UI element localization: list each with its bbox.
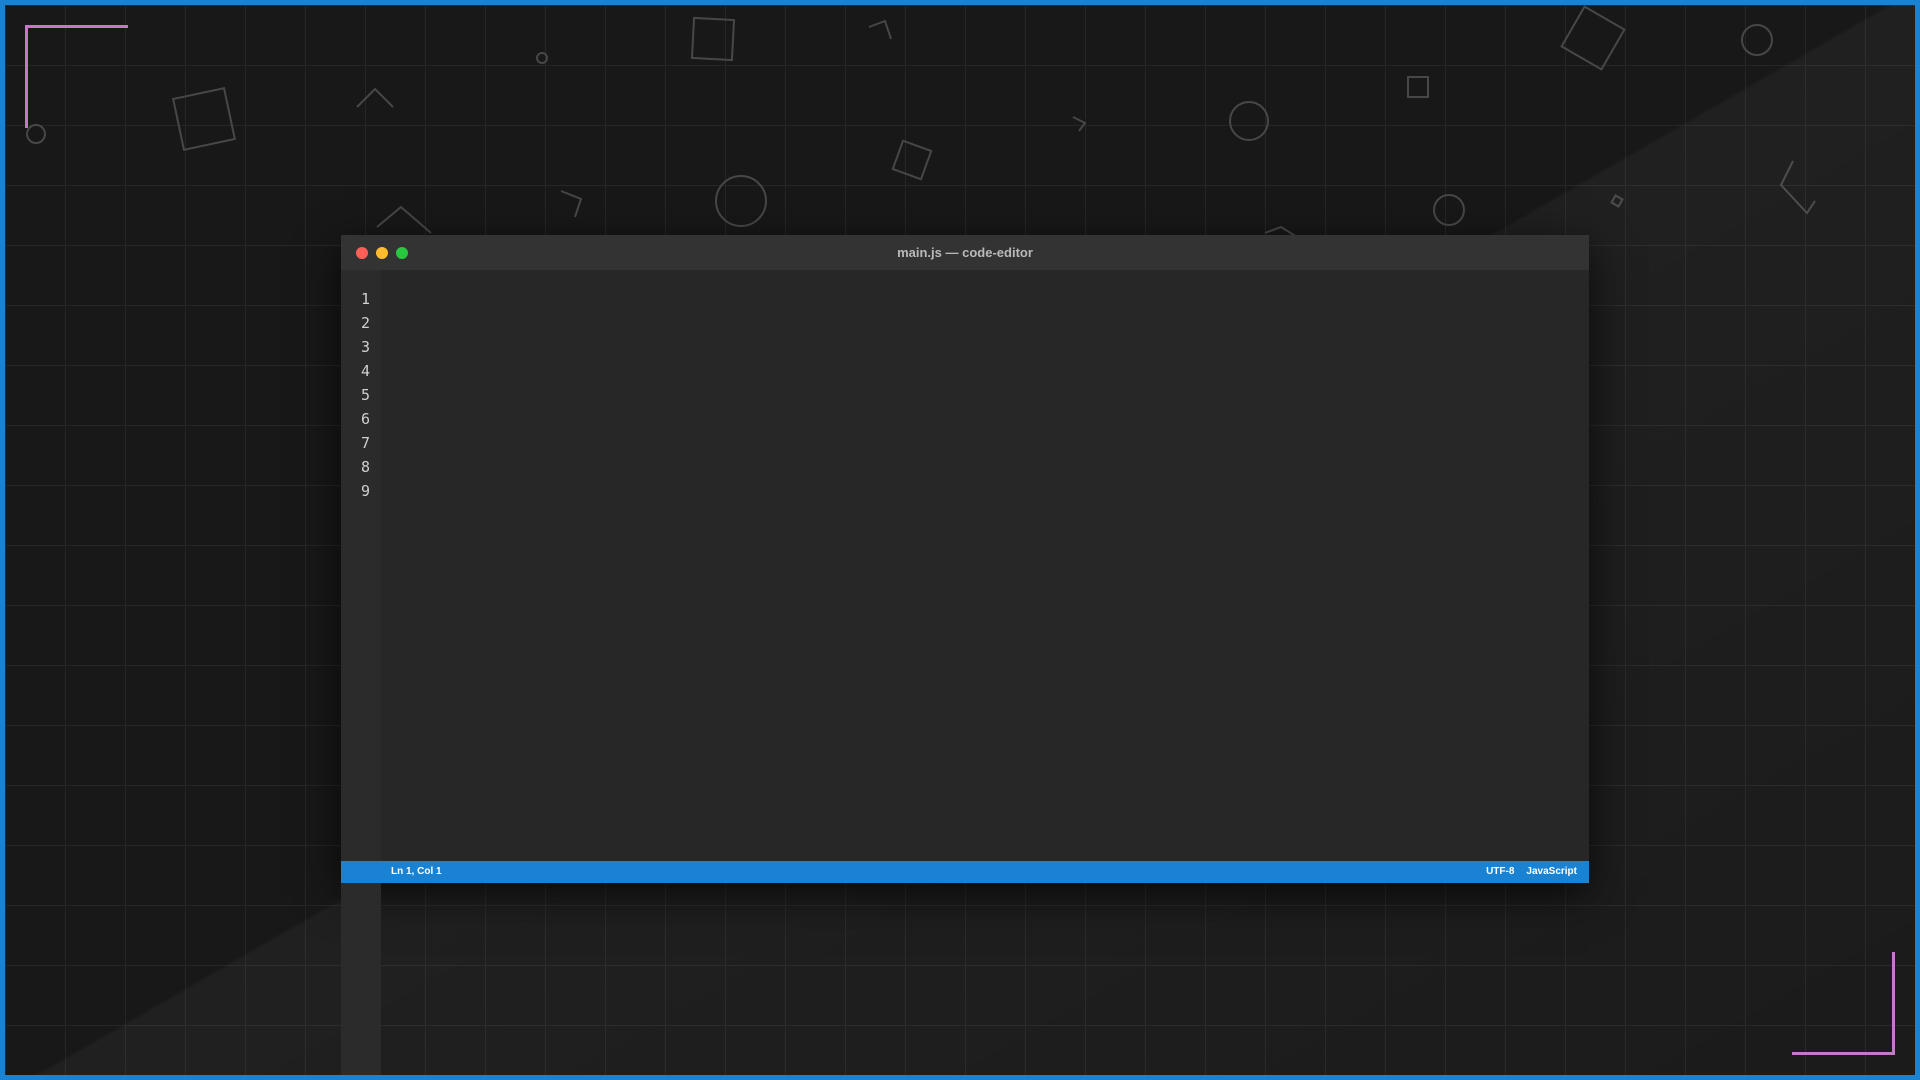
line-number: 3 <box>361 338 371 356</box>
window-title: main.js — code-editor <box>897 245 1033 260</box>
desktop-background: main.js — code-editor 1 2 3 4 5 6 7 8 9 … <box>0 0 1920 1080</box>
code-editing-area[interactable] <box>381 270 1589 861</box>
window-titlebar[interactable]: main.js — code-editor <box>341 235 1589 270</box>
line-number: 8 <box>361 458 371 476</box>
line-number: 9 <box>361 482 371 500</box>
line-number: 5 <box>361 386 371 404</box>
encoding-indicator[interactable]: UTF-8 <box>1486 861 1514 883</box>
language-mode-indicator[interactable]: JavaScript <box>1526 861 1577 883</box>
line-number: 1 <box>361 290 371 308</box>
line-number: 2 <box>361 314 371 332</box>
line-number: 6 <box>361 410 371 428</box>
line-number: 7 <box>361 434 371 452</box>
corner-bracket-top-left <box>25 25 128 128</box>
line-number: 4 <box>361 362 371 380</box>
code-editor-window: main.js — code-editor 1 2 3 4 5 6 7 8 9 … <box>341 235 1589 1075</box>
status-bar: Ln 1, Col 1 UTF-8 JavaScript <box>341 861 1589 883</box>
corner-bracket-bottom-right <box>1792 952 1895 1055</box>
cursor-position-indicator[interactable]: Ln 1, Col 1 <box>391 861 442 883</box>
line-number-gutter: 1 2 3 4 5 6 7 8 9 <box>341 270 381 1075</box>
